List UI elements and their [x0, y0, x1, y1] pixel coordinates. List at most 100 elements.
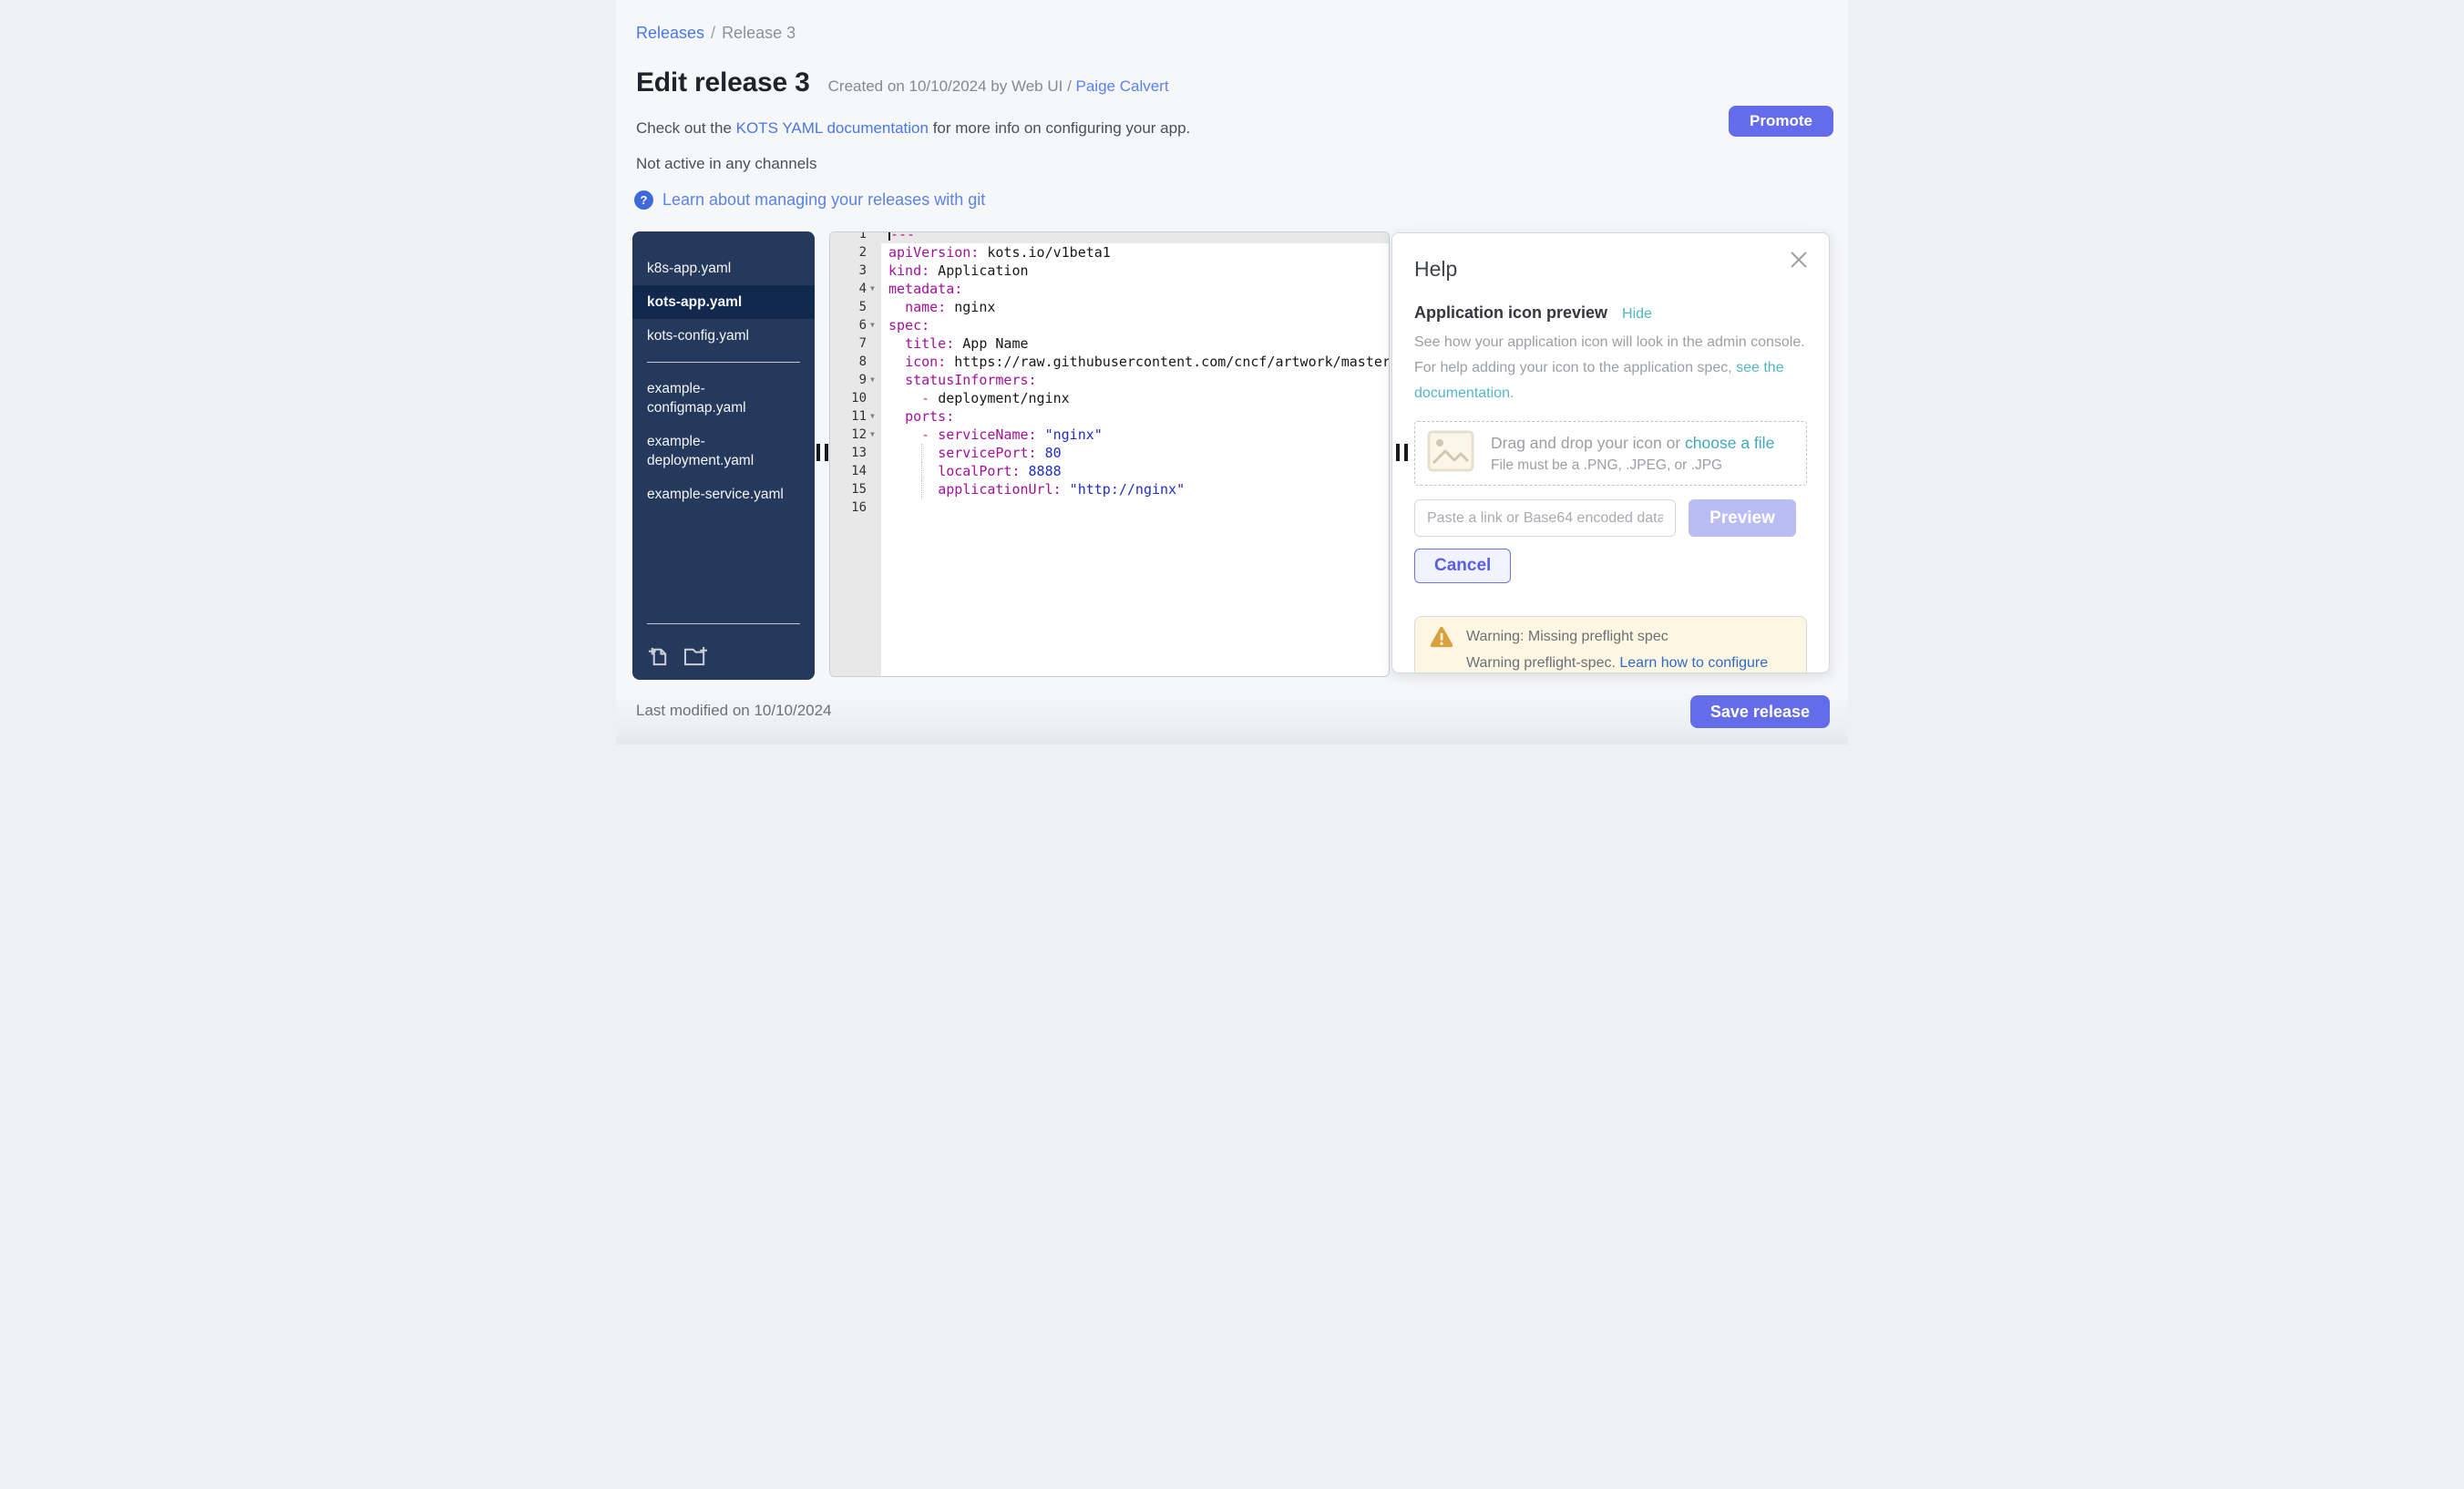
token-plain: kots.io/v1beta1: [979, 244, 1111, 261]
add-file-icon[interactable]: [647, 644, 670, 667]
indent-guide: [921, 444, 922, 462]
file-item-kots-app.yaml[interactable]: kots-app.yaml: [632, 285, 815, 319]
preview-button[interactable]: Preview: [1689, 499, 1796, 537]
line-number: 9: [830, 371, 869, 389]
editor-line-14[interactable]: 14 localPort: 8888: [830, 462, 1389, 480]
line-number-gutter: 5: [830, 298, 881, 316]
code-line-content[interactable]: title: App Name: [881, 334, 1389, 353]
code-line-content[interactable]: servicePort: 80: [881, 444, 1389, 462]
code-line-content[interactable]: statusInformers:: [881, 371, 1389, 389]
line-number: 16: [830, 498, 869, 517]
file-list-divider: [647, 362, 800, 363]
fold-arrow-icon[interactable]: ▼: [869, 407, 881, 426]
editor-line-11[interactable]: 11▼ ports:: [830, 407, 1389, 426]
icon-dropzone[interactable]: Drag and drop your icon or choose a file…: [1414, 421, 1807, 486]
learn-how-to-configure-link[interactable]: Learn how to configure: [1619, 655, 1768, 671]
line-number-gutter: 7: [830, 334, 881, 353]
line-number: 7: [830, 334, 869, 353]
docs-line: Check out the KOTS YAML documentation fo…: [636, 119, 1190, 138]
line-number: 13: [830, 444, 869, 462]
title-row: Edit release 3 Created on 10/10/2024 by …: [636, 67, 1169, 98]
file-list-top: k8s-app.yamlkots-app.yamlkots-config.yam…: [632, 252, 815, 353]
kots-yaml-docs-link[interactable]: KOTS YAML documentation: [736, 119, 929, 137]
code-line-content[interactable]: [881, 498, 1389, 517]
line-number: 11: [830, 407, 869, 426]
editor-line-8[interactable]: 8 icon: https://raw.githubusercontent.co…: [830, 353, 1389, 371]
icon-url-row: Preview: [1414, 499, 1807, 537]
line-number-gutter: 10: [830, 389, 881, 407]
token-key: name:: [905, 299, 946, 315]
code-line-content[interactable]: metadata:: [881, 280, 1389, 298]
line-number: 5: [830, 298, 869, 316]
last-modified-text: Last modified on 10/10/2024: [636, 702, 832, 720]
code-line-content[interactable]: apiVersion: kots.io/v1beta1: [881, 243, 1389, 262]
code-line-content[interactable]: applicationUrl: "http://nginx": [881, 480, 1389, 498]
question-circle-icon[interactable]: ?: [634, 190, 653, 210]
add-folder-icon[interactable]: [683, 644, 709, 667]
editor-line-10[interactable]: 10 - deployment/nginx: [830, 389, 1389, 407]
promote-button[interactable]: Promote: [1729, 106, 1833, 137]
token-key: icon:: [905, 354, 946, 370]
fold-arrow-icon[interactable]: ▼: [869, 316, 881, 334]
icon-url-input[interactable]: [1414, 499, 1676, 537]
editor-resize-handle[interactable]: [1396, 444, 1408, 461]
sidebar-resize-handle[interactable]: [816, 444, 828, 461]
token-key: apiVersion:: [888, 244, 979, 261]
close-icon[interactable]: [1789, 250, 1809, 270]
code-line-content[interactable]: icon: https://raw.githubusercontent.com/…: [881, 353, 1390, 371]
editor-line-6[interactable]: 6▼spec:: [830, 316, 1389, 334]
file-item-example-configmap.yaml[interactable]: example-configmap.yaml: [632, 372, 815, 425]
dropzone-hint: File must be a .PNG, .JPEG, or .JPG: [1491, 457, 1774, 474]
editor-line-9[interactable]: 9▼ statusInformers:: [830, 371, 1389, 389]
editor-line-16[interactable]: 16: [830, 498, 1389, 517]
file-item-kots-config.yaml[interactable]: kots-config.yaml: [632, 319, 815, 353]
editor-line-2[interactable]: 2 apiVersion: kots.io/v1beta1: [830, 243, 1389, 262]
token-plain: [888, 390, 921, 406]
code-line-content[interactable]: ports:: [881, 407, 1389, 426]
editor-line-12[interactable]: 12▼ - serviceName: "nginx": [830, 426, 1389, 444]
line-number-gutter: 13: [830, 444, 881, 462]
token-str: "http://nginx": [1062, 481, 1185, 498]
editor-line-3[interactable]: 3kind: Application: [830, 262, 1389, 280]
code-line-content[interactable]: localPort: 8888: [881, 462, 1389, 480]
file-item-example-deployment.yaml[interactable]: example-deployment.yaml: [632, 425, 815, 478]
editor-line-5[interactable]: 5 name: nginx: [830, 298, 1389, 316]
editor-line-7[interactable]: 7 title: App Name: [830, 334, 1389, 353]
editor-line-13[interactable]: 13 servicePort: 80: [830, 444, 1389, 462]
line-number: 6: [830, 316, 869, 334]
hide-link[interactable]: Hide: [1622, 306, 1652, 323]
git-releases-link[interactable]: Learn about managing your releases with …: [662, 190, 985, 210]
code-line-content[interactable]: kind: Application: [881, 262, 1389, 280]
file-item-k8s-app.yaml[interactable]: k8s-app.yaml: [632, 252, 815, 285]
line-number: 2: [830, 243, 869, 262]
yaml-editor[interactable]: 1---2 apiVersion: kots.io/v1beta13kind: A…: [829, 231, 1390, 677]
token-plain: [888, 354, 905, 370]
indent-guide: [921, 462, 922, 480]
channel-status: Not active in any channels: [636, 155, 816, 173]
dropzone-text: Drag and drop your icon or choose a file…: [1491, 434, 1774, 474]
fold-arrow-icon[interactable]: ▼: [869, 280, 881, 298]
cancel-button[interactable]: Cancel: [1414, 549, 1511, 583]
choose-a-file-link[interactable]: choose a file: [1685, 434, 1774, 452]
line-number-gutter: 6▼: [830, 316, 881, 334]
docs-suffix: for more info on configuring your app.: [929, 119, 1190, 137]
editor-line-4[interactable]: 4▼metadata:: [830, 280, 1389, 298]
code-line-content[interactable]: - serviceName: "nginx": [881, 426, 1389, 444]
code-line-content[interactable]: ---: [881, 231, 1389, 243]
line-number: 8: [830, 353, 869, 371]
save-release-button[interactable]: Save release: [1690, 695, 1830, 728]
fold-arrow-icon[interactable]: ▼: [869, 371, 881, 389]
code-line-content[interactable]: - deployment/nginx: [881, 389, 1389, 407]
line-number-gutter: 4▼: [830, 280, 881, 298]
created-by-link[interactable]: Paige Calvert: [1076, 77, 1169, 95]
fold-arrow-icon[interactable]: ▼: [869, 426, 881, 444]
breadcrumb-releases-link[interactable]: Releases: [636, 24, 704, 42]
code-line-content[interactable]: spec:: [881, 316, 1389, 334]
editor-line-1[interactable]: 1---: [830, 231, 1389, 243]
code-line-content[interactable]: name: nginx: [881, 298, 1389, 316]
file-item-example-service.yaml[interactable]: example-service.yaml: [632, 478, 815, 511]
dropzone-label: Drag and drop your icon or: [1491, 434, 1685, 452]
icon-preview-description: See how your application icon will look …: [1414, 330, 1807, 406]
line-number-gutter: 16: [830, 498, 881, 517]
editor-line-15[interactable]: 15 applicationUrl: "http://nginx": [830, 480, 1389, 498]
